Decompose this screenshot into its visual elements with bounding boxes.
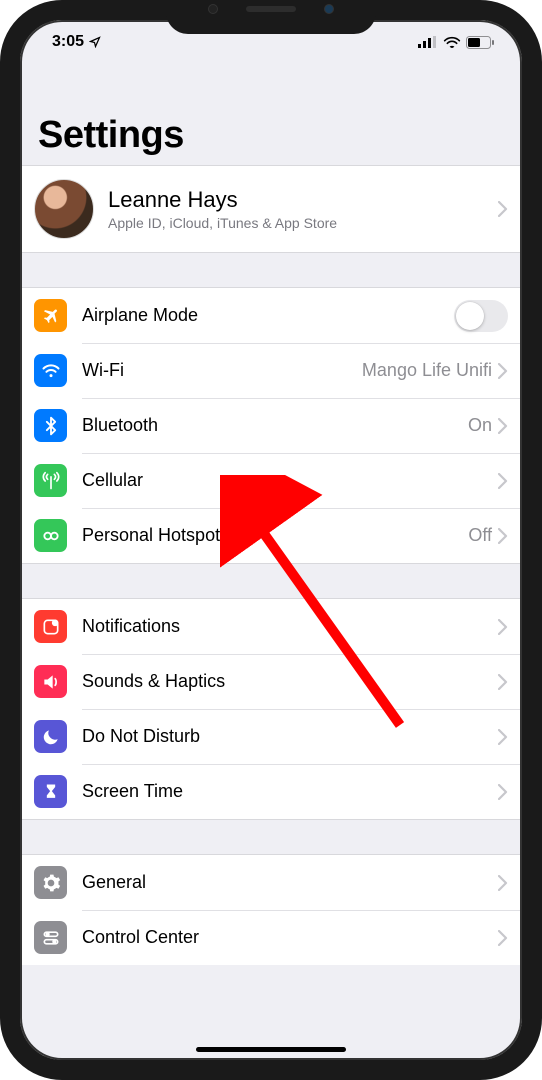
wifi-value: Mango Life Unifi — [362, 360, 492, 381]
hourglass-icon — [34, 775, 67, 808]
hotspot-label: Personal Hotspot — [82, 525, 468, 546]
home-indicator[interactable] — [196, 1047, 346, 1052]
notifications-row[interactable]: Notifications — [20, 599, 522, 654]
dnd-row[interactable]: Do Not Disturb — [20, 709, 522, 764]
notifications-label: Notifications — [82, 616, 498, 637]
airplane-icon — [34, 299, 67, 332]
screentime-label: Screen Time — [82, 781, 498, 802]
wifi-row[interactable]: Wi-Fi Mango Life Unifi — [20, 343, 522, 398]
profile-subtitle: Apple ID, iCloud, iTunes & App Store — [108, 215, 498, 231]
bluetooth-value: On — [468, 415, 492, 436]
gear-icon — [34, 866, 67, 899]
toggles-icon — [34, 921, 67, 954]
battery-icon — [466, 36, 494, 49]
profile-name: Leanne Hays — [108, 187, 498, 213]
apple-id-row[interactable]: Leanne Hays Apple ID, iCloud, iTunes & A… — [20, 166, 522, 252]
moon-icon — [34, 720, 67, 753]
bluetooth-icon — [34, 409, 67, 442]
location-icon — [89, 36, 101, 48]
chevron-right-icon — [498, 930, 508, 946]
chevron-right-icon — [498, 528, 508, 544]
cellular-row[interactable]: Cellular — [20, 453, 522, 508]
chevron-right-icon — [498, 418, 508, 434]
status-time: 3:05 — [52, 33, 84, 51]
sounds-label: Sounds & Haptics — [82, 671, 498, 692]
airplane-label: Airplane Mode — [82, 305, 454, 326]
page-header: Settings — [20, 64, 522, 165]
status-bar: 3:05 — [20, 20, 522, 64]
wifi-settings-icon — [34, 354, 67, 387]
control-center-row[interactable]: Control Center — [20, 910, 522, 965]
chevron-right-icon — [498, 473, 508, 489]
chevron-right-icon — [498, 875, 508, 891]
general-row[interactable]: General — [20, 855, 522, 910]
general-label: General — [82, 872, 498, 893]
page-title: Settings — [38, 114, 504, 157]
chevron-right-icon — [498, 201, 508, 217]
general-group: General Control Center — [20, 854, 522, 965]
sounds-row[interactable]: Sounds & Haptics — [20, 654, 522, 709]
bluetooth-row[interactable]: Bluetooth On — [20, 398, 522, 453]
cellular-signal-icon — [418, 36, 438, 48]
dnd-label: Do Not Disturb — [82, 726, 498, 747]
cellular-label: Cellular — [82, 470, 498, 491]
connectivity-group: Airplane Mode Wi-Fi Mango Life Unifi Blu… — [20, 287, 522, 564]
bluetooth-label: Bluetooth — [82, 415, 468, 436]
cellular-icon — [34, 464, 67, 497]
chevron-right-icon — [498, 784, 508, 800]
hotspot-row[interactable]: Personal Hotspot Off — [20, 508, 522, 563]
wifi-label: Wi-Fi — [82, 360, 362, 381]
avatar — [34, 179, 94, 239]
notifications-icon — [34, 610, 67, 643]
chevron-right-icon — [498, 674, 508, 690]
hotspot-icon — [34, 519, 67, 552]
wifi-icon — [443, 36, 461, 48]
airplane-toggle[interactable] — [454, 300, 508, 332]
chevron-right-icon — [498, 619, 508, 635]
control-center-label: Control Center — [82, 927, 498, 948]
chevron-right-icon — [498, 729, 508, 745]
hotspot-value: Off — [468, 525, 492, 546]
chevron-right-icon — [498, 363, 508, 379]
screentime-row[interactable]: Screen Time — [20, 764, 522, 819]
sounds-icon — [34, 665, 67, 698]
notifications-group: Notifications Sounds & Haptics Do Not Di… — [20, 598, 522, 820]
airplane-mode-row[interactable]: Airplane Mode — [20, 288, 522, 343]
profile-group: Leanne Hays Apple ID, iCloud, iTunes & A… — [20, 165, 522, 253]
